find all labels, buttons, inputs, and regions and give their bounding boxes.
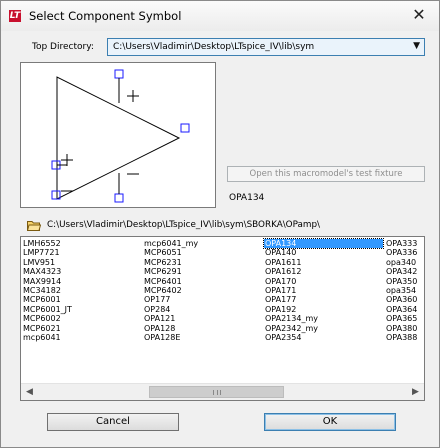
opamp-symbol-icon — [51, 69, 190, 203]
scroll-right-icon[interactable]: ▶ — [407, 384, 424, 400]
list-item[interactable]: LMH6552 — [22, 239, 72, 248]
list-item[interactable]: MCP6001_JT — [22, 305, 72, 314]
list-item[interactable]: OPA128E — [143, 333, 198, 342]
list-column-4: OPA333 OPA336 opa340 OPA342 OPA350 opa35… — [385, 239, 417, 342]
selected-model-name: OPA134 — [229, 193, 265, 203]
current-path: C:\Users\Vladimir\Desktop\LTspice_IV\lib… — [47, 220, 321, 230]
list-item[interactable]: mcp6041_my — [143, 239, 198, 248]
list-item[interactable]: OPA2342_my — [264, 324, 383, 333]
list-item[interactable]: MCP6002 — [22, 314, 72, 323]
list-item[interactable]: opa340 — [385, 258, 417, 267]
window-title: Select Component Symbol — [29, 9, 182, 23]
list-item[interactable]: OPA1611 — [264, 258, 383, 267]
folder-open-icon — [27, 221, 41, 231]
list-item[interactable]: OPA365 — [385, 314, 417, 323]
list-item[interactable]: MCP6231 — [143, 258, 198, 267]
list-item[interactable]: MCP6402 — [143, 286, 198, 295]
scroll-left-icon[interactable]: ◀ — [21, 384, 38, 400]
list-item[interactable]: OPA336 — [385, 248, 417, 257]
list-item[interactable]: OPA2354 — [264, 333, 383, 342]
list-item[interactable]: OPA388 — [385, 333, 417, 342]
top-directory-label: Top Directory: — [32, 42, 94, 52]
list-item[interactable]: OPA1612 — [264, 267, 383, 276]
list-item[interactable]: MAX9914 — [22, 277, 72, 286]
list-item[interactable]: OPA177 — [264, 295, 383, 304]
ltspice-app-icon: LT — [9, 10, 21, 22]
list-item[interactable]: OP284 — [143, 305, 198, 314]
list-item[interactable]: opa354 — [385, 286, 417, 295]
title-bar[interactable]: LT Select Component Symbol ✕ — [1, 1, 439, 31]
list-item[interactable]: OPA140 — [264, 248, 383, 257]
list-item[interactable]: MAX4323 — [22, 267, 72, 276]
list-item[interactable]: OP177 — [143, 295, 198, 304]
list-item[interactable]: OPA350 — [385, 277, 417, 286]
select-component-symbol-dialog: LT Select Component Symbol ✕ Top Directo… — [0, 0, 440, 448]
list-item[interactable]: LMP7721 — [22, 248, 72, 257]
chevron-down-icon[interactable]: ▼ — [413, 41, 420, 51]
cancel-button[interactable]: Cancel — [47, 413, 179, 431]
list-item-selected[interactable]: OPA134 — [263, 237, 384, 250]
list-item[interactable]: MCP6401 — [143, 277, 198, 286]
list-item[interactable]: OPA192 — [264, 305, 383, 314]
list-item[interactable]: OPA333 — [385, 239, 417, 248]
list-item[interactable]: OPA2134_my — [264, 314, 383, 323]
list-item[interactable]: OPA342 — [385, 267, 417, 276]
scrollbar-thumb[interactable] — [149, 386, 284, 398]
list-column-2: mcp6041_my MCP6051 MCP6231 MCP6291 MCP64… — [143, 239, 198, 342]
list-item[interactable]: MC34182 — [22, 286, 72, 295]
list-item[interactable]: MCP6291 — [143, 267, 198, 276]
symbol-preview — [20, 62, 216, 208]
list-item[interactable]: OPA121 — [143, 314, 198, 323]
horizontal-scrollbar[interactable]: ◀ ▶ — [21, 383, 424, 400]
list-item[interactable]: MCP6021 — [22, 324, 72, 333]
list-item[interactable]: mcp6041 — [22, 333, 72, 342]
grip-icon — [213, 390, 221, 395]
list-item[interactable]: MCP6001 — [22, 295, 72, 304]
top-directory-value: C:\Users\Vladimir\Desktop\LTspice_IV\lib… — [113, 42, 315, 52]
list-column-3: OPA134 OPA140 OPA1611 OPA1612 OPA170 OPA… — [263, 237, 384, 342]
list-item[interactable]: OPA171 — [264, 286, 383, 295]
list-column-1: LMH6552 LMP7721 LMV951 MAX4323 MAX9914 M… — [22, 239, 72, 342]
list-item[interactable]: OPA360 — [385, 295, 417, 304]
close-button[interactable]: ✕ — [399, 3, 439, 27]
list-item[interactable]: OPA364 — [385, 305, 417, 314]
list-item[interactable]: OPA128 — [143, 324, 198, 333]
list-item[interactable]: OPA170 — [264, 277, 383, 286]
ok-button[interactable]: OK — [264, 413, 396, 431]
open-test-fixture-button[interactable]: Open this macromodel's test fixture — [227, 166, 425, 182]
list-item[interactable]: MCP6051 — [143, 248, 198, 257]
list-item[interactable]: OPA380 — [385, 324, 417, 333]
top-directory-select[interactable]: C:\Users\Vladimir\Desktop\LTspice_IV\lib… — [107, 38, 425, 56]
list-item[interactable]: LMV951 — [22, 258, 72, 267]
symbol-list[interactable]: LMH6552 LMP7721 LMV951 MAX4323 MAX9914 M… — [20, 236, 425, 401]
